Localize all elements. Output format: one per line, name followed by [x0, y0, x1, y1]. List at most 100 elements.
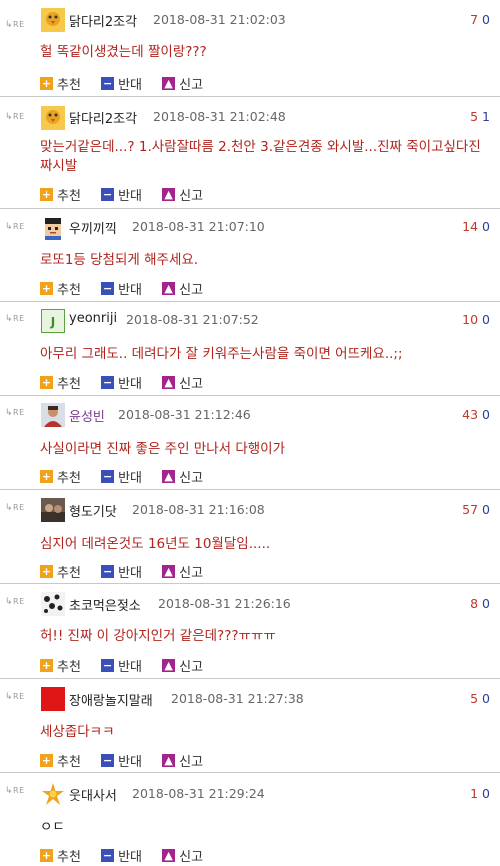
cow-avatar[interactable] — [41, 592, 65, 616]
comment-item: ↳RE 우끼끼끽 2018-08-31 21:07:10 14 0 로또1등 당첨… — [0, 210, 500, 302]
recommend-button[interactable]: + 추천 — [40, 562, 81, 581]
plus-icon: + — [40, 282, 53, 295]
comment-author[interactable]: 초코먹은젖소 — [69, 595, 141, 614]
report-icon: ▲ — [162, 565, 176, 578]
report-button[interactable]: ▲ 신고 — [162, 74, 203, 93]
plus-icon: + — [40, 77, 53, 90]
comment-text: 사실이라면 진짜 좋은 주인 만나서 다행이가 — [40, 441, 286, 457]
comment-author[interactable]: 웃대사서 — [69, 785, 117, 804]
oppose-button[interactable]: − 반대 — [101, 279, 142, 298]
vote-counts: 50 — [470, 691, 490, 706]
plus-icon: + — [40, 376, 53, 389]
comment-timestamp: 2018-08-31 21:07:52 — [126, 312, 259, 327]
oppose-button[interactable]: − 반대 — [101, 185, 142, 204]
report-button[interactable]: ▲ 신고 — [162, 751, 203, 770]
comment-text: 허!! 진짜 이 강아지인거 같은데???ㅠㅠㅠ — [40, 628, 276, 644]
minus-icon: − — [101, 282, 115, 295]
comment-item: ↳RE 윤성빈 2018-08-31 21:12:46 43 0 사실이라면 진짜… — [0, 397, 500, 490]
oppose-button[interactable]: − 반대 — [101, 846, 142, 865]
reply-arrow-icon: ↳RE — [5, 222, 25, 232]
recommend-button[interactable]: + 추천 — [40, 751, 81, 770]
oppose-button[interactable]: − 반대 — [101, 467, 142, 486]
report-button[interactable]: ▲ 신고 — [162, 656, 203, 675]
comment-text: 세상좁다ㅋㅋ — [40, 724, 115, 740]
minus-icon: − — [101, 77, 115, 90]
recommend-button[interactable]: + 추천 — [40, 373, 81, 392]
report-icon: ▲ — [162, 282, 176, 295]
report-button[interactable]: ▲ 신고 — [162, 185, 203, 204]
oppose-button[interactable]: − 반대 — [101, 74, 142, 93]
comment-text: 아무리 그래도.. 데려다가 잘 키워주는사람을 죽이면 어뜨케요..;; — [40, 346, 403, 362]
minus-icon: − — [101, 849, 115, 862]
report-button[interactable]: ▲ 신고 — [162, 846, 203, 865]
recommend-button[interactable]: + 추천 — [40, 185, 81, 204]
plus-icon: + — [40, 470, 53, 483]
report-button[interactable]: ▲ 신고 — [162, 279, 203, 298]
comment-item: ↳RE 웃대사서 2018-08-31 21:29:24 10 ㅇㄷ + 추천 −… — [0, 774, 500, 866]
comment-author[interactable]: 닭다리2조각 — [69, 108, 137, 127]
comment-actions: + 추천 − 반대 ▲ 신고 — [40, 74, 219, 93]
report-button[interactable]: ▲ 신고 — [162, 373, 203, 392]
comment-item: ↳RE 닭다리2조각 2018-08-31 21:02:48 51 맞는거같은데… — [0, 98, 500, 209]
report-icon: ▲ — [162, 77, 176, 90]
comment-actions: + 추천 − 반대 ▲ 신고 — [40, 562, 219, 581]
recommend-button[interactable]: + 추천 — [40, 467, 81, 486]
comment-timestamp: 2018-08-31 21:16:08 — [132, 502, 265, 517]
recommend-button[interactable]: + 추천 — [40, 656, 81, 675]
report-icon: ▲ — [162, 470, 176, 483]
vote-counts: 80 — [470, 596, 490, 611]
vote-counts: 10 0 — [462, 312, 490, 327]
report-button[interactable]: ▲ 신고 — [162, 562, 203, 581]
svg-text:J: J — [50, 315, 55, 329]
comment-author[interactable]: 형도기닷 — [69, 501, 117, 520]
star-avatar[interactable] — [41, 782, 65, 806]
comment-author[interactable]: yeonriji — [69, 311, 117, 326]
plus-icon: + — [40, 849, 53, 862]
recommend-button[interactable]: + 추천 — [40, 279, 81, 298]
report-icon: ▲ — [162, 188, 176, 201]
plus-icon: + — [40, 565, 53, 578]
chick-avatar[interactable] — [41, 106, 65, 130]
report-icon: ▲ — [162, 376, 176, 389]
comment-timestamp: 2018-08-31 21:07:10 — [132, 219, 265, 234]
comment-text: 심지어 데려온것도 16년도 10월달임..... — [40, 536, 271, 552]
comment-timestamp: 2018-08-31 21:27:38 — [171, 691, 304, 706]
recommend-button[interactable]: + 추천 — [40, 846, 81, 865]
reply-arrow-icon: ↳RE — [5, 503, 25, 513]
minus-icon: − — [101, 376, 115, 389]
comment-author[interactable]: 윤성빈 — [69, 406, 105, 425]
oppose-button[interactable]: − 반대 — [101, 562, 142, 581]
comment-item: ↳RE 초코먹은젖소 2018-08-31 21:26:16 80 허!! 진짜… — [0, 585, 500, 679]
red-square-avatar[interactable] — [41, 687, 65, 711]
vote-counts: 10 — [470, 786, 490, 801]
chick-avatar[interactable] — [41, 8, 65, 32]
oppose-button[interactable]: − 반대 — [101, 373, 142, 392]
comment-timestamp: 2018-08-31 21:26:16 — [158, 596, 291, 611]
comment-timestamp: 2018-08-31 21:12:46 — [118, 407, 251, 422]
comment-author[interactable]: 장애랑놀지말래 — [69, 690, 153, 709]
report-button[interactable]: ▲ 신고 — [162, 467, 203, 486]
reply-arrow-icon: ↳RE — [5, 786, 25, 796]
pixel-face-avatar[interactable] — [41, 216, 65, 240]
photo-avatar[interactable] — [41, 498, 65, 522]
recommend-button[interactable]: + 추천 — [40, 74, 81, 93]
reply-arrow-icon: ↳RE — [5, 408, 25, 418]
reply-arrow-icon: ↳RE — [5, 20, 25, 30]
minus-icon: − — [101, 565, 115, 578]
comment-author[interactable]: 우끼끼끽 — [69, 218, 117, 237]
vote-counts: 14 0 — [462, 219, 490, 234]
comment-author[interactable]: 닭다리2조각 — [69, 11, 137, 30]
green-text-avatar[interactable]: J — [41, 309, 65, 333]
comment-timestamp: 2018-08-31 21:29:24 — [132, 786, 265, 801]
comment-timestamp: 2018-08-31 21:02:03 — [153, 12, 286, 27]
oppose-button[interactable]: − 반대 — [101, 751, 142, 770]
oppose-button[interactable]: − 반대 — [101, 656, 142, 675]
plus-icon: + — [40, 754, 53, 767]
comment-actions: + 추천 − 반대 ▲ 신고 — [40, 185, 219, 204]
comment-text: ㅇㄷ — [40, 819, 65, 835]
person-avatar[interactable] — [41, 403, 65, 427]
comment-actions: + 추천 − 반대 ▲ 신고 — [40, 751, 219, 770]
comment-actions: + 추천 − 반대 ▲ 신고 — [40, 656, 219, 675]
minus-icon: − — [101, 659, 115, 672]
comment-item: ↳RE 형도기닷 2018-08-31 21:16:08 57 0 심지어 데려온… — [0, 491, 500, 584]
